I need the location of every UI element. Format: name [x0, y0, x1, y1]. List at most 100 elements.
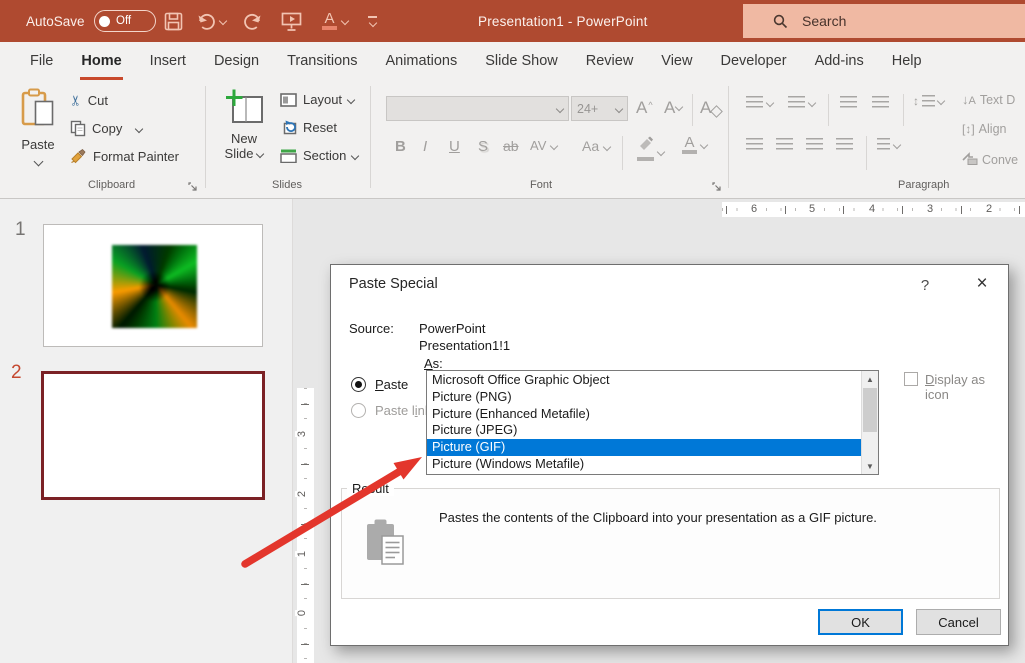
text-highlight-button[interactable]	[637, 136, 664, 161]
justify-button[interactable]	[836, 138, 853, 156]
reset-button[interactable]: Reset	[280, 120, 337, 135]
search-icon	[773, 14, 788, 29]
autosave-pill[interactable]: Off	[94, 10, 156, 32]
help-icon[interactable]: ?	[914, 274, 936, 296]
copy-dropdown-icon[interactable]	[135, 124, 143, 132]
clear-formatting-button[interactable]: A	[700, 98, 721, 118]
list-option[interactable]: Picture (JPEG)	[427, 422, 861, 439]
text-shadow-button[interactable]: S	[478, 138, 488, 155]
cancel-button[interactable]: Cancel	[916, 609, 1001, 635]
increase-indent-icon	[872, 96, 889, 109]
tab-transitions[interactable]: Transitions	[273, 42, 371, 80]
slide-2-thumbnail[interactable]	[41, 371, 265, 500]
tab-home[interactable]: Home	[67, 42, 135, 80]
small-divider	[692, 94, 693, 126]
redo-button[interactable]	[243, 0, 263, 42]
scroll-down-icon[interactable]: ▼	[862, 458, 878, 474]
list-option[interactable]: Picture (GIF)	[427, 439, 861, 456]
text-direction-button[interactable]: ↓A Text D	[962, 92, 1015, 107]
autosave-toggle[interactable]: Off	[94, 0, 156, 42]
align-center-button[interactable]	[776, 138, 793, 156]
cut-icon: ✂	[67, 95, 84, 107]
italic-button[interactable]: I	[423, 138, 427, 155]
tab-slide-show[interactable]: Slide Show	[471, 42, 572, 80]
font-size-combobox[interactable]: 24+	[571, 96, 628, 121]
font-name-combobox[interactable]	[386, 96, 569, 121]
source-reference: Presentation1!1	[419, 338, 510, 353]
copy-button[interactable]: Copy	[70, 120, 142, 137]
scrollbar-thumb[interactable]	[863, 388, 877, 432]
line-spacing-dropdown-icon	[937, 97, 945, 105]
font-dialog-launcher[interactable]	[712, 180, 723, 191]
line-spacing-button[interactable]: ↕	[913, 94, 944, 108]
convert-smartart-label: Conve	[982, 153, 1018, 167]
display-as-icon-checkbox[interactable]	[904, 372, 918, 386]
tab-add-ins[interactable]: Add-ins	[801, 42, 878, 80]
list-option[interactable]: Picture (PNG)	[427, 389, 861, 406]
section-button[interactable]: Section	[280, 148, 358, 163]
clipboard-dialog-launcher[interactable]	[188, 180, 199, 191]
undo-button[interactable]	[196, 0, 226, 42]
font-color-dropdown-icon[interactable]	[341, 17, 349, 25]
decrease-font-size-button[interactable]: A	[664, 98, 682, 118]
align-left-button[interactable]	[746, 138, 763, 156]
increase-indent-button[interactable]	[872, 96, 889, 114]
list-option[interactable]: Picture (Enhanced Metafile)	[427, 406, 861, 423]
slide-2-number: 2	[11, 362, 22, 384]
listbox-scrollbar[interactable]: ▲ ▼	[861, 371, 878, 474]
start-slideshow-button[interactable]	[281, 0, 302, 42]
tab-help[interactable]: Help	[878, 42, 936, 80]
undo-dropdown-icon[interactable]	[219, 17, 227, 25]
paste-dropdown-icon[interactable]	[33, 157, 43, 167]
bullets-button[interactable]	[746, 96, 773, 109]
search-input[interactable]: Search	[743, 4, 1025, 38]
paste-radio[interactable]	[351, 377, 366, 392]
list-option[interactable]: Picture (Windows Metafile)	[427, 456, 861, 473]
layout-button[interactable]: Layout	[280, 92, 354, 107]
convert-smartart-icon	[962, 152, 978, 168]
bold-button[interactable]: B	[395, 138, 406, 155]
ruler-number: 3	[925, 203, 935, 215]
align-text-button[interactable]: [↕] Align	[962, 122, 1006, 136]
slide-1-thumbnail[interactable]	[43, 224, 263, 347]
align-right-button[interactable]	[806, 138, 823, 156]
close-icon[interactable]: ×	[965, 270, 999, 298]
paragraph-group-label: Paragraph	[898, 179, 949, 191]
underline-button[interactable]: U	[449, 138, 460, 155]
decrease-indent-button[interactable]	[840, 96, 857, 114]
cut-button[interactable]: ✂ Cut	[70, 92, 108, 109]
format-painter-button[interactable]: Format Painter	[70, 148, 179, 164]
tab-insert[interactable]: Insert	[136, 42, 200, 80]
strikethrough-button[interactable]: ab	[503, 138, 519, 154]
list-option[interactable]: Microsoft Office Graphic Object	[427, 372, 861, 389]
customize-qat-button[interactable]	[368, 0, 377, 42]
tab-view[interactable]: View	[647, 42, 706, 80]
increase-font-size-button[interactable]: A^	[636, 98, 653, 118]
columns-button[interactable]	[877, 138, 900, 151]
tab-animations[interactable]: Animations	[371, 42, 471, 80]
numbering-button[interactable]	[788, 96, 815, 109]
font-color-qat-button[interactable]: A	[322, 0, 348, 42]
ruler-number: 1	[295, 551, 309, 557]
character-spacing-button[interactable]: AV	[530, 138, 557, 153]
paste-link-radio-label[interactable]: Paste link	[375, 403, 431, 418]
scroll-up-icon[interactable]: ▲	[862, 371, 878, 387]
tab-review[interactable]: Review	[572, 42, 648, 80]
convert-smartart-button[interactable]: Conve	[962, 152, 1018, 168]
change-case-button[interactable]: Aa	[582, 138, 610, 154]
new-slide-button[interactable]: New Slide	[216, 88, 272, 161]
font-color-button[interactable]: A	[682, 136, 707, 154]
save-button[interactable]	[164, 0, 183, 42]
layout-label: Layout	[303, 92, 342, 107]
paste-link-radio[interactable]	[351, 403, 366, 418]
layout-dropdown-icon	[347, 95, 355, 103]
tab-file[interactable]: File	[16, 42, 67, 80]
tab-developer[interactable]: Developer	[706, 42, 800, 80]
paste-radio-label[interactable]: Paste	[375, 377, 408, 392]
ruler-number: 6	[749, 203, 759, 215]
display-as-icon-label[interactable]: Display as icon	[925, 372, 1008, 402]
paste-button[interactable]: Paste	[12, 88, 64, 170]
ok-button[interactable]: OK	[818, 609, 903, 635]
autosave-state: Off	[116, 15, 131, 27]
tab-design[interactable]: Design	[200, 42, 273, 80]
